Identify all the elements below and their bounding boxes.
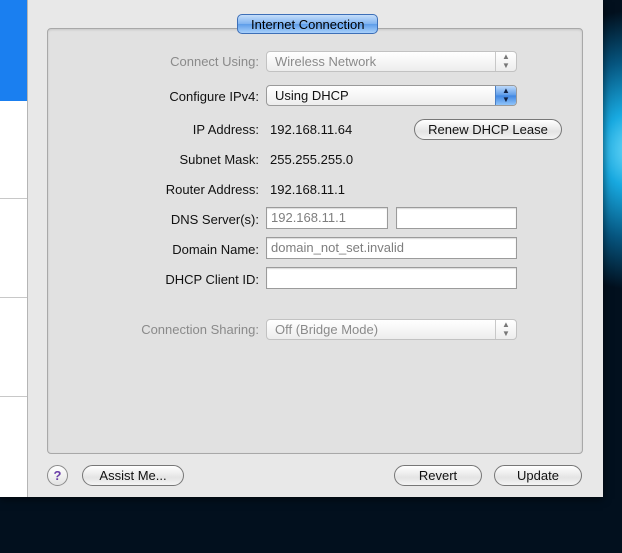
router-address-label: Router Address: — [165, 182, 259, 197]
domain-name-label: Domain Name: — [172, 242, 259, 257]
domain-name-field[interactable]: domain_not_set.invalid — [266, 237, 517, 259]
sidebar — [0, 0, 28, 497]
ip-address-value: 192.168.11.64 — [270, 122, 353, 137]
dhcp-client-id-field[interactable] — [266, 267, 517, 289]
connect-using-value: Wireless Network — [275, 54, 377, 69]
connection-sharing-label: Connection Sharing: — [141, 322, 259, 337]
help-button[interactable]: ? — [47, 465, 68, 486]
configure-ipv4-value: Using DHCP — [275, 88, 349, 103]
sidebar-divider — [0, 396, 27, 397]
configure-ipv4-popup[interactable]: Using DHCP ▲ ▼ — [266, 85, 517, 106]
router-address-value: 192.168.11.1 — [270, 182, 345, 197]
sidebar-selected-item[interactable] — [0, 0, 27, 101]
assist-me-button[interactable]: Assist Me... — [82, 465, 184, 486]
popup-arrows-icon: ▲ ▼ — [495, 52, 516, 71]
connection-sharing-value: Off (Bridge Mode) — [275, 322, 379, 337]
popup-arrows-icon: ▲ ▼ — [495, 86, 516, 105]
ip-address-label: IP Address: — [192, 122, 259, 137]
dhcp-client-id-label: DHCP Client ID: — [165, 272, 259, 287]
sidebar-divider — [0, 297, 27, 298]
connection-sharing-popup: Off (Bridge Mode) ▲ ▼ — [266, 319, 517, 340]
connect-using-popup: Wireless Network ▲ ▼ — [266, 51, 517, 72]
tab-internet-connection[interactable]: Internet Connection — [237, 14, 379, 34]
popup-arrows-icon: ▲ ▼ — [495, 320, 516, 339]
configure-ipv4-label: Configure IPv4: — [169, 89, 259, 104]
update-button[interactable]: Update — [494, 465, 582, 486]
network-preferences-window: Internet Connection Connect Using: Wirel… — [0, 0, 603, 497]
subnet-mask-label: Subnet Mask: — [179, 152, 260, 167]
dns-server-field-2[interactable] — [396, 207, 517, 229]
sidebar-divider — [0, 198, 27, 199]
revert-button[interactable]: Revert — [394, 465, 482, 486]
renew-dhcp-lease-button[interactable]: Renew DHCP Lease — [414, 119, 562, 140]
subnet-mask-value: 255.255.255.0 — [270, 152, 354, 167]
dns-servers-label: DNS Server(s): — [170, 212, 259, 227]
connect-using-label: Connect Using: — [170, 54, 259, 69]
dns-server-field-1[interactable]: 192.168.11.1 — [266, 207, 388, 229]
